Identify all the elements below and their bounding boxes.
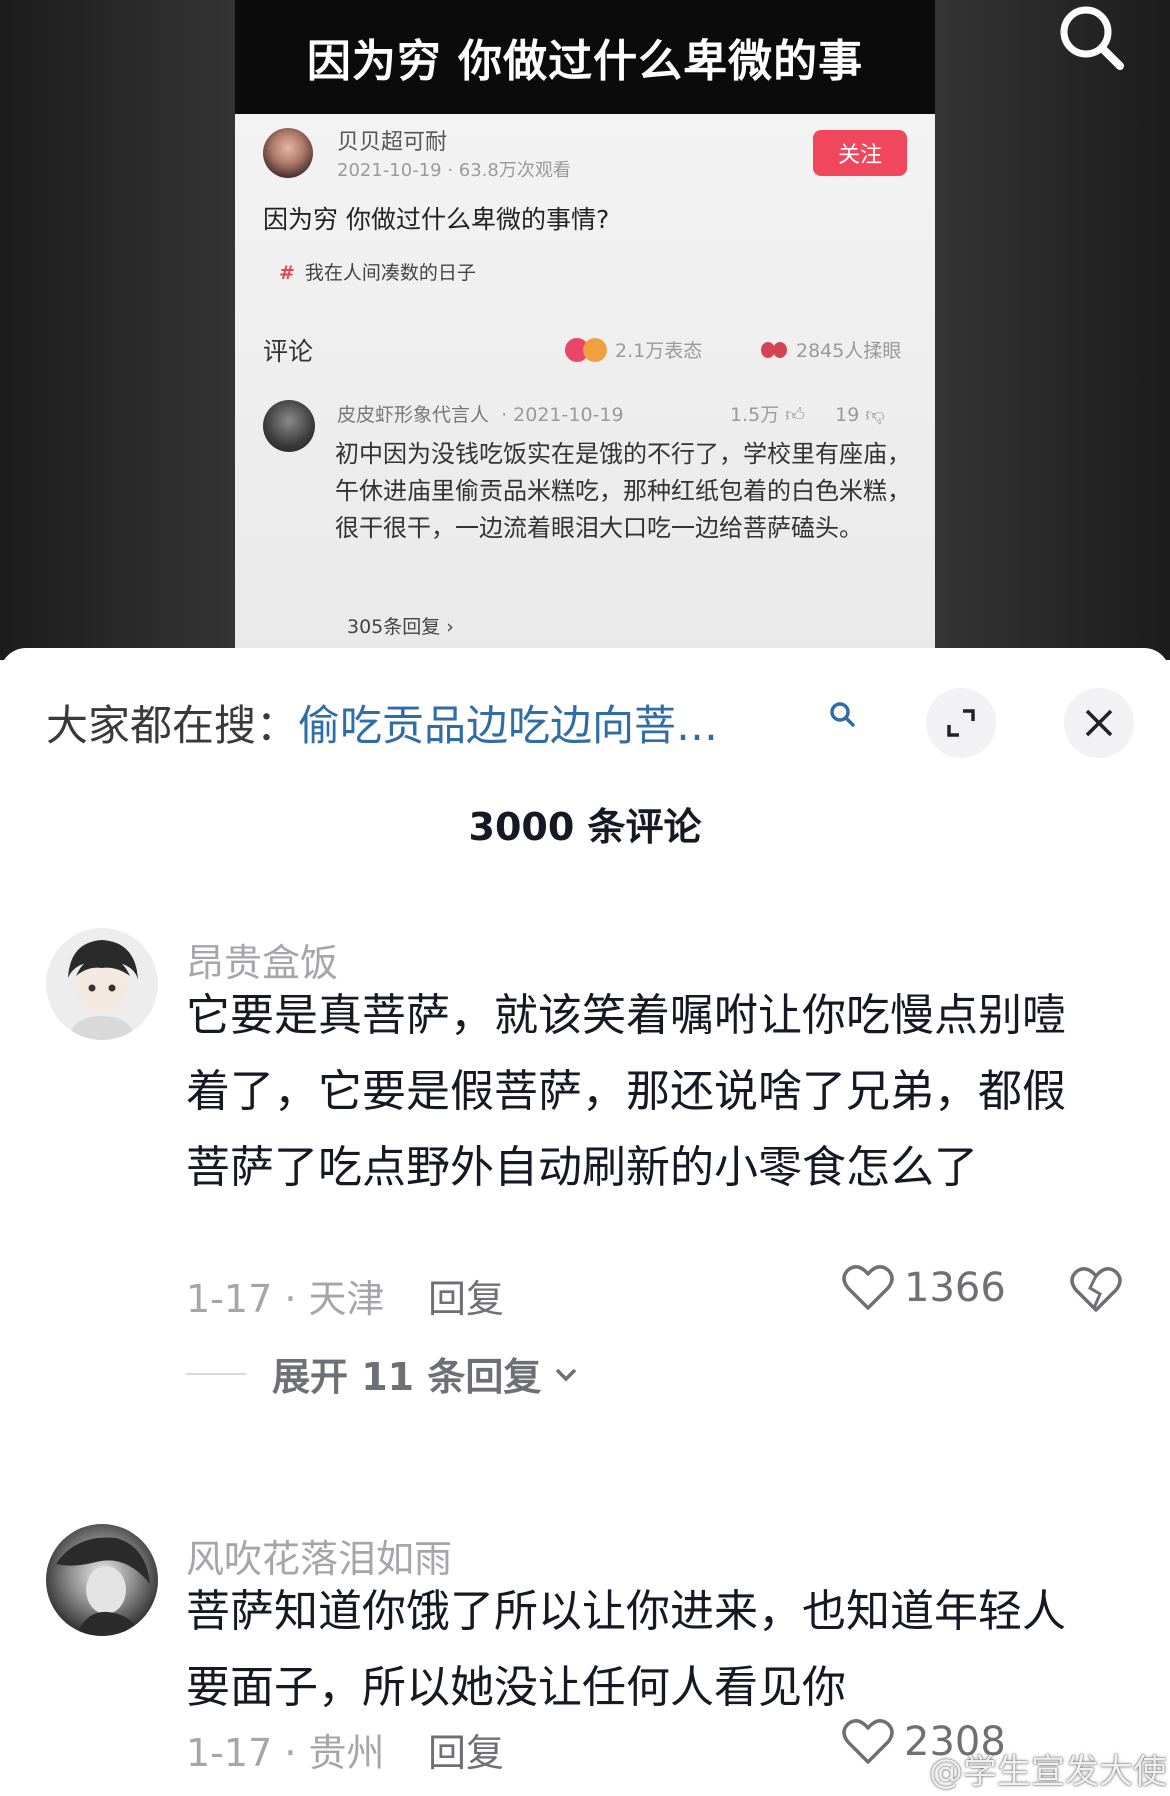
avatar[interactable] — [46, 1524, 158, 1636]
close-button[interactable] — [1064, 688, 1134, 758]
broken-heart-icon — [1070, 1267, 1122, 1312]
watermark-text: @学生宣发大使 — [929, 1752, 1167, 1792]
expand-replies[interactable]: 展开 11 条回复 — [186, 1346, 581, 1401]
watermark: @学生宣发大使 — [885, 1744, 1167, 1793]
post-meta: 2021-10-19 · 63.8万次观看 — [337, 160, 571, 181]
post-author: 贝贝超可耐 — [337, 130, 448, 155]
reactions-summary: 2.1万表态 — [565, 336, 702, 363]
like-count: 1366 — [904, 1265, 1006, 1311]
trending-search-label: 大家都在搜： — [46, 700, 299, 750]
divider — [186, 1372, 246, 1375]
video-screenshot: 贝贝超可耐 2021-10-19 · 63.8万次观看 关注 因为穷 你做过什么… — [235, 114, 935, 660]
hash-icon: # — [279, 262, 295, 284]
comment-text: 它要是真菩萨，就该笑着嘱咐让你吃慢点别噎着了，它要是假菩萨，那还说啥了兄弟，都假… — [186, 990, 1066, 1193]
eyes-icon — [761, 341, 787, 358]
trending-search-term[interactable]: 偷吃贡品边吃边向菩… — [298, 692, 718, 753]
expand-button[interactable] — [926, 688, 996, 758]
commenter-avatar — [263, 400, 315, 452]
comment-meta: 1-17 · 天津 — [186, 1277, 385, 1321]
replies-link: 305条回复 › — [347, 616, 454, 638]
expand-icon — [947, 709, 975, 737]
commenter-name: 皮皮虾形象代言人 · 2021-10-19 — [337, 400, 624, 427]
weibo-icon — [885, 1755, 922, 1784]
avatar — [263, 128, 313, 178]
comment-text: 菩萨知道你饿了所以让你进来，也知道年轻人要面子，所以她没让任何人看见你 — [186, 1586, 1066, 1713]
video-title-bar: 因为穷 你做过什么卑微的事 — [235, 0, 935, 114]
comments-sheet: 大家都在搜： 偷吃贡品边吃边向菩… 3000 条评论 昂贵盒饭 它要是真菩萨，就… — [0, 648, 1170, 1796]
expand-replies-label: 展开 11 条回复 — [272, 1355, 542, 1399]
comment-meta: 1-17 · 贵州 — [186, 1731, 385, 1775]
comment-stats: 1.5万 👍︎ 19 👎︎ — [730, 400, 885, 427]
comment-likes: 1.5万 — [730, 404, 780, 426]
reply-button[interactable]: 回复 — [428, 1268, 504, 1323]
thumbs-down-icon: 👎︎ — [865, 404, 885, 426]
rubbed-eyes-count: 2845人揉眼 — [796, 340, 902, 362]
heart-icon — [842, 1265, 894, 1310]
rubbed-eyes-summary: 2845人揉眼 — [760, 336, 901, 363]
comment-count: 3000 条评论 — [468, 805, 702, 849]
commenter-name-text: 皮皮虾形象代言人 — [337, 404, 490, 426]
dislike-button[interactable] — [1070, 1266, 1122, 1318]
follow-button: 关注 — [813, 130, 907, 176]
reply-button[interactable]: 回复 — [428, 1722, 504, 1777]
post-question: 因为穷 你做过什么卑微的事情? — [263, 205, 610, 234]
reactions-count: 2.1万表态 — [615, 340, 703, 362]
search-icon[interactable] — [827, 700, 857, 730]
comment-body: 初中因为没钱吃饭实在是饿的不行了，学校里有座庙，午休进庙里偷贡品米糕吃，那种红纸… — [335, 440, 911, 542]
emoji-icon — [583, 337, 607, 362]
topic-tag: # 我在人间凑数的日子 — [279, 258, 476, 285]
comments-heading: 评论 — [263, 337, 314, 366]
chevron-down-icon — [556, 1368, 577, 1381]
comment-date: · 2021-10-19 — [501, 404, 624, 426]
avatar[interactable] — [46, 928, 158, 1040]
trending-search[interactable]: 大家都在搜： 偷吃贡品边吃边向菩… — [46, 692, 718, 752]
like-button[interactable]: 1366 — [842, 1264, 1006, 1312]
comment-dislikes: 19 — [835, 404, 860, 426]
video-title: 因为穷 你做过什么卑微的事 — [306, 36, 864, 87]
topic-label: 我在人间凑数的日子 — [304, 262, 476, 284]
thumbs-up-icon: 👍︎ — [785, 404, 806, 426]
search-icon[interactable] — [1050, 0, 1130, 80]
close-icon — [1085, 709, 1113, 737]
